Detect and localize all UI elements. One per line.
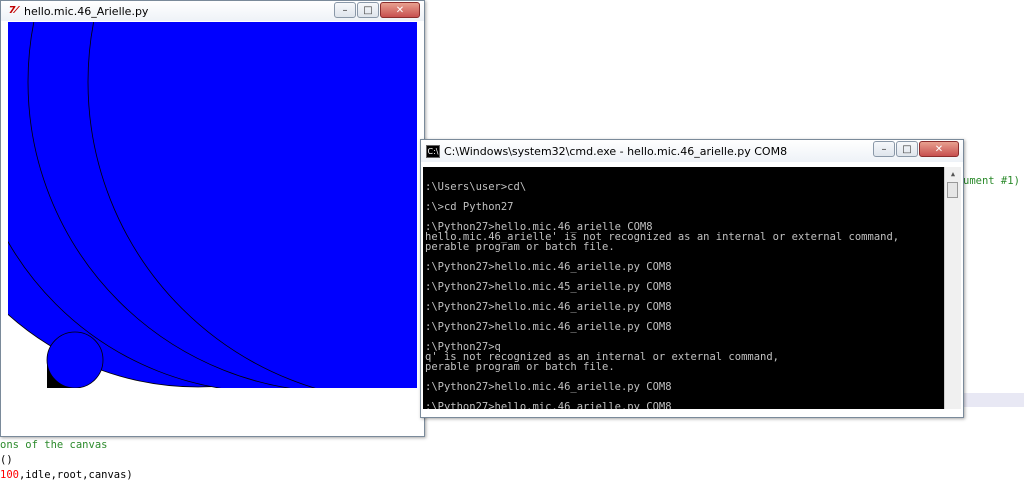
tk-titlebar[interactable]: 7⁄ hello.mic.46_Arielle.py – □ ✕ — [1, 1, 424, 21]
maximize-icon: □ — [902, 143, 912, 155]
console-line: :\Python27>hello.mic.46_arielle.py COM8 — [425, 301, 672, 313]
editor-line-text: () — [0, 454, 13, 466]
cmd-window[interactable]: C:\ C:\Windows\system32\cmd.exe - hello.… — [420, 139, 964, 418]
maximize-icon: □ — [363, 4, 373, 16]
tk-window-title: hello.mic.46_Arielle.py — [24, 4, 149, 18]
editor-line-number-literal: 100 — [0, 469, 19, 481]
scrollbar-thumb[interactable] — [947, 182, 958, 198]
close-icon: ✕ — [395, 4, 405, 16]
editor-line-text: ument #1) — [963, 175, 1020, 187]
maximize-button[interactable]: □ — [896, 141, 918, 157]
console-line: perable program or batch file. — [425, 361, 615, 373]
console-line: :\Python27>hello.mic.46_arielle.py COM8 — [425, 321, 672, 333]
editor-right-fragment: ument #1) — [963, 175, 1020, 187]
cmd-titlebar[interactable]: C:\ C:\Windows\system32\cmd.exe - hello.… — [421, 140, 963, 162]
console-line: :\>cd Python27 — [425, 201, 514, 213]
minimize-button[interactable]: – — [334, 2, 356, 18]
tk-window[interactable]: 7⁄ hello.mic.46_Arielle.py – □ ✕ — [0, 0, 425, 437]
close-button[interactable]: ✕ — [919, 141, 959, 157]
editor-line-args: 100,idle,root,canvas) — [0, 469, 133, 481]
vertical-scrollbar[interactable]: ▲ — [944, 167, 961, 409]
console-text: :\Users\user>cd\ :\>cd Python27 :\Python… — [425, 172, 943, 409]
editor-line-text: ons of the canvas — [0, 439, 108, 451]
maximize-button[interactable]: □ — [357, 2, 379, 18]
console-line: :\Python27>hello.mic.46_arielle.py COM8 — [425, 401, 672, 409]
console-line: :\Users\user>cd\ — [425, 181, 527, 193]
console-output-area[interactable]: :\Users\user>cd\ :\>cd Python27 :\Python… — [423, 167, 961, 409]
minimize-icon: – — [881, 143, 887, 155]
console-line: :\Python27>hello.mic.46_arielle.py COM8 — [425, 261, 672, 273]
canvas-drawing — [8, 22, 417, 388]
canvas-small-circle — [46, 331, 104, 388]
tk-feather-icon: 7⁄ — [8, 5, 18, 16]
editor-current-line-highlight — [960, 393, 1024, 407]
console-line: perable program or batch file. — [425, 241, 615, 253]
editor-line-comment: ons of the canvas — [0, 439, 107, 451]
close-icon: ✕ — [934, 143, 944, 155]
editor-line-call: () — [0, 454, 13, 466]
editor-line-text: ,idle,root,canvas) — [18, 469, 133, 481]
cmd-icon: C:\ — [426, 144, 440, 158]
minimize-icon: – — [342, 4, 348, 16]
cmd-window-title: C:\Windows\system32\cmd.exe - hello.mic.… — [444, 144, 788, 158]
console-line: :\Python27>hello.mic.45_arielle.py COM8 — [425, 281, 672, 293]
tk-canvas[interactable] — [8, 22, 417, 406]
console-line: :\Python27>hello.mic.46_arielle.py COM8 — [425, 381, 672, 393]
scroll-up-icon[interactable]: ▲ — [945, 167, 961, 181]
minimize-button[interactable]: – — [873, 141, 895, 157]
close-button[interactable]: ✕ — [380, 2, 420, 18]
